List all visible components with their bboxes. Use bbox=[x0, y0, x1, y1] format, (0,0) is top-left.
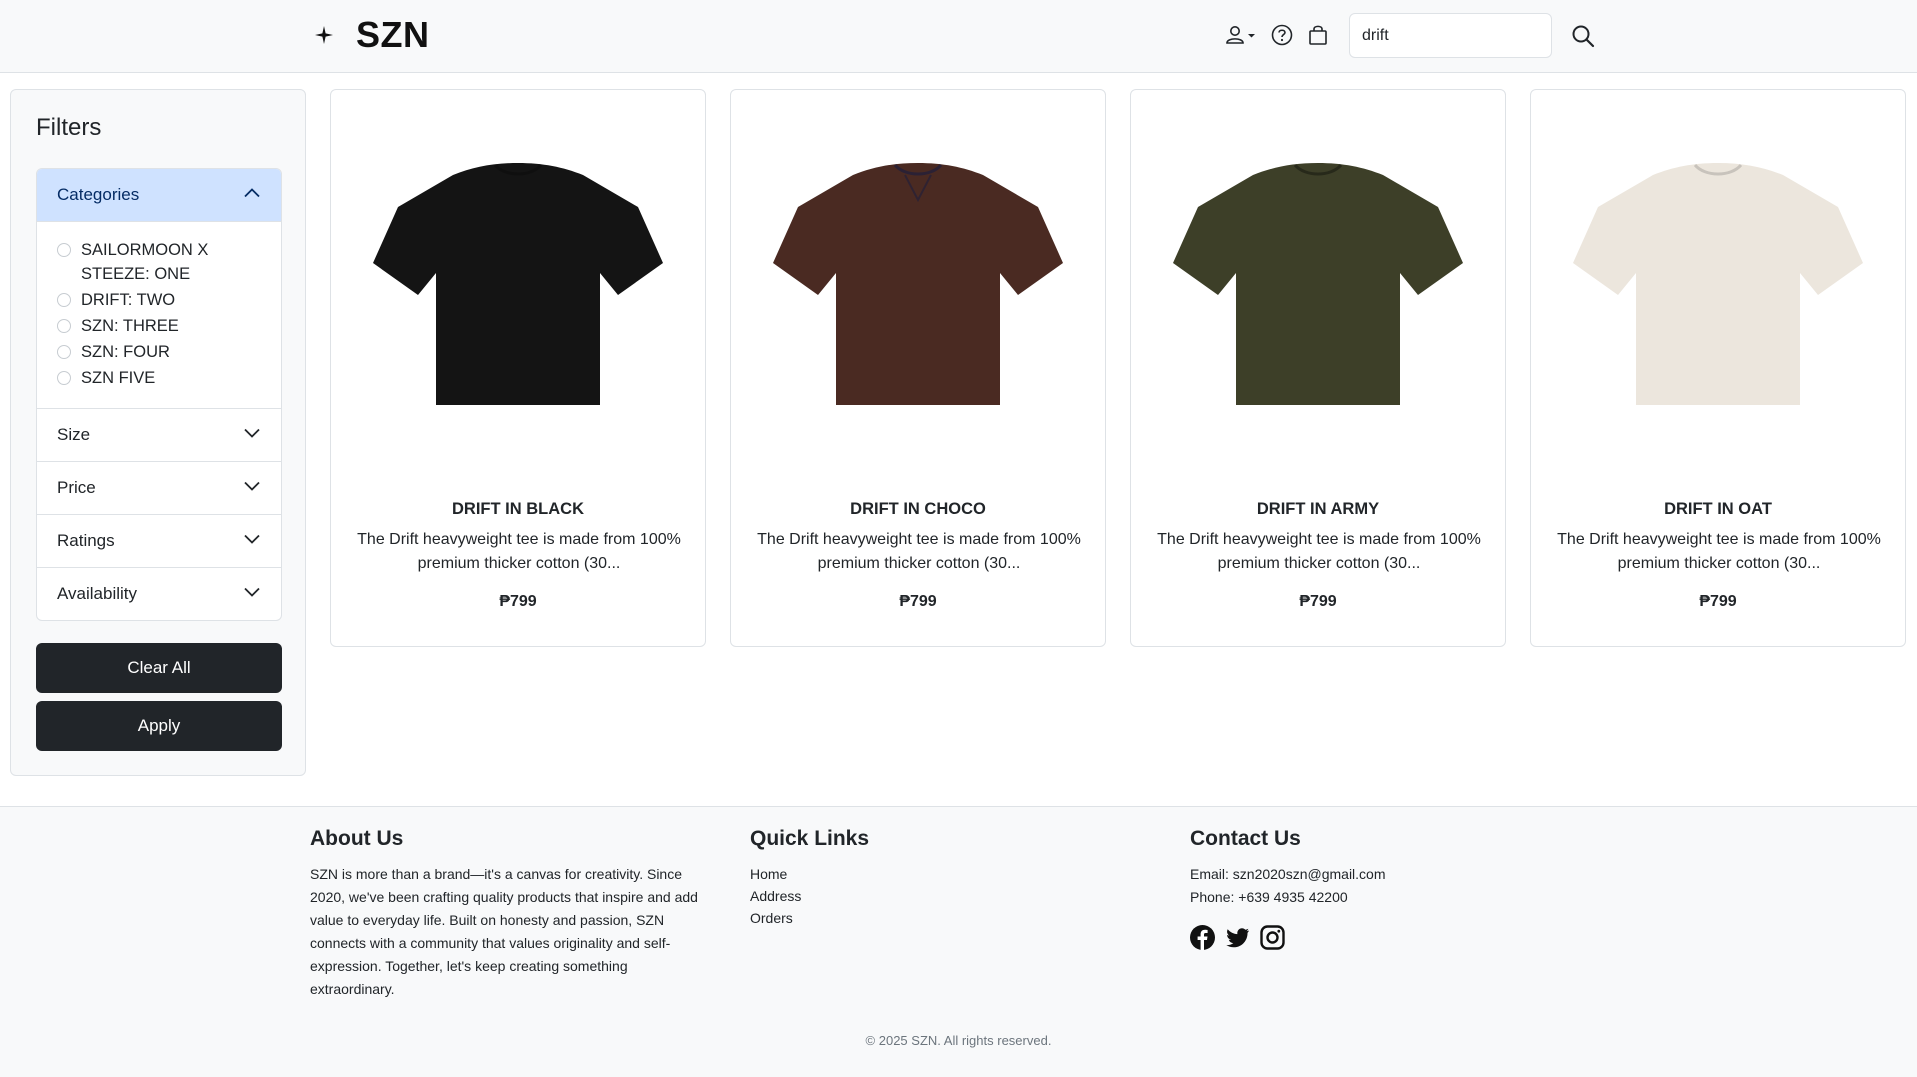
category-radio[interactable] bbox=[57, 371, 71, 385]
product-description: The Drift heavyweight tee is made from 1… bbox=[1557, 531, 1881, 572]
category-option[interactable]: SZN FIVE bbox=[57, 366, 261, 390]
accordion-label: Availability bbox=[57, 584, 138, 603]
accordion-size[interactable]: Size bbox=[37, 408, 281, 461]
product-price: ₱799 bbox=[499, 593, 537, 610]
category-radio[interactable] bbox=[57, 319, 71, 333]
filters-title: Filters bbox=[36, 114, 102, 141]
about-text: SZN is more than a brand—it's a canvas f… bbox=[310, 866, 698, 997]
instagram-icon[interactable] bbox=[1260, 925, 1285, 950]
category-option[interactable]: DRIFT: TWO bbox=[57, 288, 261, 312]
contact-phone: Phone: +639 4935 42200 bbox=[1190, 889, 1348, 905]
footer-link-address[interactable]: Address bbox=[750, 885, 1050, 907]
help-icon[interactable] bbox=[1269, 22, 1295, 48]
product-image[interactable] bbox=[1131, 145, 1505, 405]
category-radio[interactable] bbox=[57, 243, 71, 257]
site-footer: About Us SZN is more than a brand—it's a… bbox=[0, 806, 1917, 1077]
copyright-text: © 2025 SZN. All rights reserved. bbox=[865, 1033, 1052, 1048]
product-card[interactable]: DRIFT IN BLACK The Drift heavyweight tee… bbox=[330, 89, 706, 647]
product-card[interactable]: DRIFT IN ARMY The Drift heavyweight tee … bbox=[1130, 89, 1506, 647]
filters-accordion: Categories SAILORMOON X STEEZE: ONE DRIFT… bbox=[36, 168, 282, 621]
product-description: The Drift heavyweight tee is made from 1… bbox=[757, 531, 1081, 572]
product-card[interactable]: DRIFT IN CHOCO The Drift heavyweight tee… bbox=[730, 89, 1106, 647]
category-label: SZN: FOUR bbox=[81, 343, 170, 361]
contact-title: Contact Us bbox=[1190, 827, 1301, 850]
product-image[interactable] bbox=[731, 145, 1105, 405]
about-title: About Us bbox=[310, 827, 404, 850]
category-radio[interactable] bbox=[57, 293, 71, 307]
accordion-ratings[interactable]: Ratings bbox=[37, 514, 281, 567]
product-card[interactable]: DRIFT IN OAT The Drift heavyweight tee i… bbox=[1530, 89, 1906, 647]
product-title[interactable]: DRIFT IN CHOCO bbox=[731, 500, 1105, 519]
twitter-icon[interactable] bbox=[1225, 925, 1250, 950]
category-option[interactable]: SZN: FOUR bbox=[57, 340, 261, 364]
about-section: About Us SZN is more than a brand—it's a… bbox=[310, 827, 720, 1001]
filters-panel: Filters Categories SAILORMOON X STEEZE: O… bbox=[10, 89, 306, 776]
accordion-categories[interactable]: Categories bbox=[37, 169, 281, 221]
quick-links-title: Quick Links bbox=[750, 827, 870, 850]
chevron-down-icon bbox=[243, 477, 261, 500]
category-label: DRIFT: TWO bbox=[81, 291, 176, 309]
category-option[interactable]: SZN: THREE bbox=[57, 314, 261, 338]
facebook-icon[interactable] bbox=[1190, 925, 1215, 950]
category-radio[interactable] bbox=[57, 345, 71, 359]
sparkle-icon bbox=[312, 23, 336, 47]
contact-section: Contact Us Email: szn2020szn@gmail.com P… bbox=[1190, 827, 1590, 950]
category-label: SAILORMOON X STEEZE: ONE bbox=[81, 241, 209, 283]
category-label: SZN FIVE bbox=[81, 369, 156, 387]
product-description: The Drift heavyweight tee is made from 1… bbox=[357, 531, 681, 572]
shopping-bag-icon[interactable] bbox=[1305, 22, 1331, 48]
product-price: ₱799 bbox=[899, 593, 937, 610]
quick-links-section: Quick Links Home Address Orders bbox=[750, 827, 1050, 929]
category-option[interactable]: SAILORMOON X STEEZE: ONE bbox=[57, 238, 261, 286]
accordion-label: Ratings bbox=[57, 531, 115, 550]
apply-button[interactable]: Apply bbox=[36, 701, 282, 751]
product-price: ₱799 bbox=[1699, 593, 1737, 610]
product-description: The Drift heavyweight tee is made from 1… bbox=[1157, 531, 1481, 572]
footer-link-home[interactable]: Home bbox=[750, 863, 1050, 885]
product-title[interactable]: DRIFT IN BLACK bbox=[331, 500, 705, 519]
categories-list: SAILORMOON X STEEZE: ONE DRIFT: TWO SZN: … bbox=[37, 221, 281, 408]
category-label: SZN: THREE bbox=[81, 317, 179, 335]
product-title[interactable]: DRIFT IN OAT bbox=[1531, 500, 1905, 519]
chevron-down-icon bbox=[243, 424, 261, 447]
search-icon[interactable] bbox=[1568, 21, 1598, 51]
search-input[interactable] bbox=[1349, 13, 1552, 58]
brand-name: SZN bbox=[356, 14, 430, 55]
product-image[interactable] bbox=[1531, 145, 1905, 405]
product-image[interactable] bbox=[331, 145, 705, 405]
accordion-label: Categories bbox=[57, 185, 140, 204]
accordion-label: Price bbox=[57, 478, 96, 497]
accordion-availability[interactable]: Availability bbox=[37, 567, 281, 620]
contact-email: Email: szn2020szn@gmail.com bbox=[1190, 866, 1386, 882]
accordion-price[interactable]: Price bbox=[37, 461, 281, 514]
clear-all-button[interactable]: Clear All bbox=[36, 643, 282, 693]
chevron-up-icon bbox=[243, 184, 261, 207]
brand-logo[interactable]: SZN bbox=[312, 14, 430, 56]
account-dropdown-icon[interactable] bbox=[1224, 22, 1258, 48]
product-price: ₱799 bbox=[1299, 593, 1337, 610]
product-title[interactable]: DRIFT IN ARMY bbox=[1131, 500, 1505, 519]
social-links bbox=[1190, 925, 1590, 950]
chevron-down-icon bbox=[243, 583, 261, 606]
site-header: SZN bbox=[0, 0, 1917, 73]
chevron-down-icon bbox=[243, 530, 261, 553]
accordion-label: Size bbox=[57, 425, 91, 444]
footer-link-orders[interactable]: Orders bbox=[750, 907, 1050, 929]
